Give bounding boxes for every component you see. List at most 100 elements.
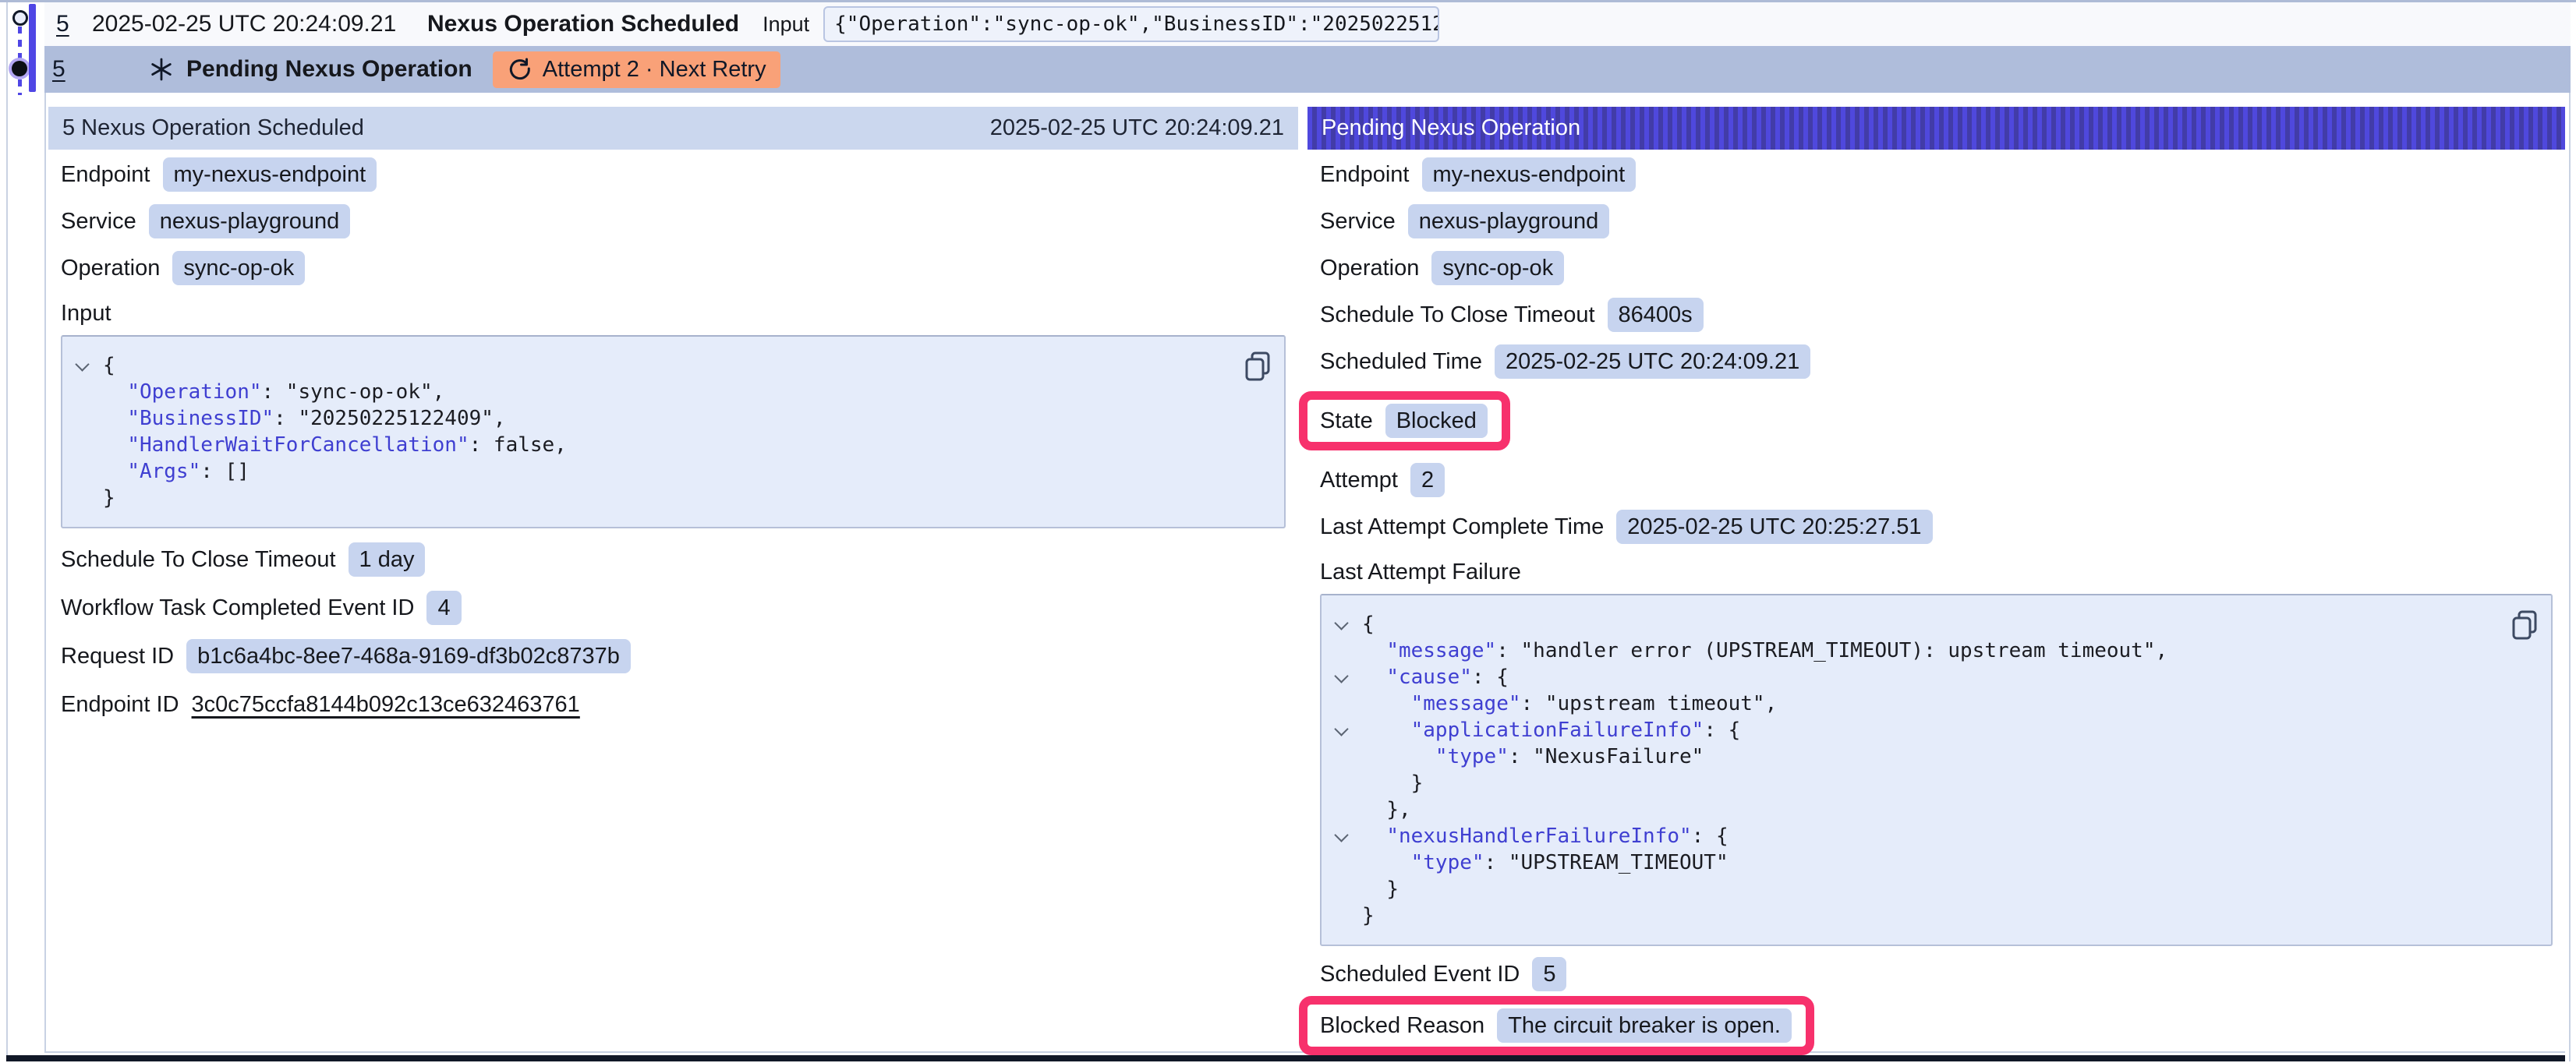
event-title: Pending Nexus Operation: [186, 56, 472, 83]
field-value-chip: 5: [1532, 957, 1566, 991]
field-label: Workflow Task Completed Event ID: [61, 595, 414, 621]
field-label: State: [1320, 408, 1373, 434]
collapse-chevron-icon[interactable]: [1334, 669, 1348, 683]
detail-field-row-service: Servicenexus-playground: [1320, 204, 2553, 238]
event-detail-header-title: 5 Nexus Operation Scheduled: [62, 115, 364, 141]
code-gutter: [1332, 770, 1362, 796]
detail-field-row-scheduled-event-id: Scheduled Event ID5: [1320, 957, 2553, 991]
expanded-row-bottom-bar: [6, 1055, 2565, 1061]
code-text: {: [1362, 611, 1375, 637]
event-id-link[interactable]: 5: [52, 56, 88, 83]
code-gutter: [1332, 743, 1362, 770]
detail-field-row-request-id: Request IDb1c6a4bc-8ee7-468a-9169-df3b02…: [61, 639, 1286, 673]
code-text: "Args": []: [103, 458, 249, 485]
code-gutter: [1332, 876, 1362, 902]
code-gutter: [73, 379, 103, 405]
field-label: Operation: [1320, 256, 1419, 281]
collapse-chevron-icon[interactable]: [75, 357, 89, 371]
field-label: Blocked Reason: [1320, 1013, 1484, 1039]
code-text: "message": "handler error (UPSTREAM_TIME…: [1362, 637, 2167, 664]
pending-asterisk-icon: [149, 57, 174, 82]
field-label: Endpoint ID: [61, 692, 179, 718]
field-label: Schedule To Close Timeout: [61, 547, 336, 573]
code-gutter: [1332, 717, 1362, 743]
detail-field-row-attempt: Attempt2: [1320, 463, 2553, 497]
pending-operation-header-title: Pending Nexus Operation: [1322, 115, 1580, 141]
detail-field-row-state: StateBlocked: [1320, 404, 1488, 438]
code-line: {: [73, 352, 1237, 379]
detail-left-border: [44, 93, 46, 1053]
timeline-current-node-icon: [12, 61, 27, 76]
last-attempt-failure-label: Last Attempt Failure: [1320, 560, 2553, 586]
detail-field-row-scheduled-time: Scheduled Time2025-02-25 UTC 20:24:09.21: [1320, 344, 2553, 379]
code-line: "BusinessID": "20250225122409",: [73, 405, 1237, 432]
code-line: "type": "NexusFailure": [1332, 743, 2504, 770]
collapse-chevron-icon[interactable]: [1334, 828, 1348, 842]
retry-icon: [507, 57, 532, 82]
field-value-chip: 2025-02-25 UTC 20:25:27.51: [1616, 510, 1932, 544]
code-line: "nexusHandlerFailureInfo": {: [1332, 823, 2504, 849]
detail-field-row-service: Service nexus-playground: [61, 204, 1286, 238]
highlight-annotation-blocked-reason: Blocked ReasonThe circuit breaker is ope…: [1299, 996, 1814, 1055]
retry-badge-label: Attempt 2 · Next Retry: [543, 57, 766, 83]
code-text: "cause": {: [1362, 664, 1509, 690]
table-right-border: [2569, 2, 2571, 1061]
detail-field-row-schedule-to-close-timeout: Schedule To Close Timeout 1 day: [61, 542, 1286, 577]
field-value-chip: my-nexus-endpoint: [1422, 157, 1637, 192]
event-timestamp: 2025-02-25 UTC 20:24:09.21: [92, 11, 427, 37]
detail-field-row-workflow-task-completed-event-id: Workflow Task Completed Event ID 4: [61, 591, 1286, 625]
field-label: Service: [1320, 209, 1396, 235]
code-text: },: [1362, 796, 1411, 823]
code-text: "type": "NexusFailure": [1362, 743, 1704, 770]
detail-field-row-endpoint: Endpointmy-nexus-endpoint: [1320, 157, 2553, 192]
collapse-chevron-icon[interactable]: [1334, 616, 1348, 630]
event-detail-header-timestamp: 2025-02-25 UTC 20:24:09.21: [990, 115, 1284, 141]
highlight-annotation-state: StateBlocked: [1299, 391, 1510, 450]
event-row-pending-nexus-operation[interactable]: 5 Pending Nexus Operation Attempt 2 · Ne…: [44, 46, 2571, 93]
field-value-chip: 4: [426, 591, 461, 625]
detail-field-row-operation: Operationsync-op-ok: [61, 251, 1286, 285]
event-id-link[interactable]: 5: [56, 11, 92, 37]
code-text: {: [103, 352, 115, 379]
code-text: "type": "UPSTREAM_TIMEOUT": [1362, 849, 1729, 876]
code-line: }: [1332, 902, 2504, 929]
field-value-chip: sync-op-ok: [172, 251, 305, 285]
input-preview-label: Input: [763, 12, 809, 37]
field-value-chip: b1c6a4bc-8ee7-468a-9169-df3b02c8737b: [186, 639, 631, 673]
detail-field-row-endpoint-id: Endpoint ID 3c0c75ccfa8144b092c13ce632463…: [61, 687, 1286, 722]
field-value-chip: my-nexus-endpoint: [163, 157, 377, 192]
code-text: "applicationFailureInfo": {: [1362, 717, 1740, 743]
code-line: }: [1332, 770, 2504, 796]
code-text: "nexusHandlerFailureInfo": {: [1362, 823, 1729, 849]
timeline-open-node-icon: [12, 10, 28, 26]
event-row-nexus-operation-scheduled[interactable]: 5 2025-02-25 UTC 20:24:09.21 Nexus Opera…: [44, 2, 2571, 46]
code-line: },: [1332, 796, 2504, 823]
copy-icon[interactable]: [2511, 609, 2539, 641]
field-label: Scheduled Time: [1320, 349, 1482, 375]
retry-badge: Attempt 2 · Next Retry: [493, 51, 780, 88]
detail-field-row-endpoint: Endpointmy-nexus-endpoint: [61, 157, 1286, 192]
code-gutter: [1332, 611, 1362, 637]
detail-field-row-last-attempt-complete-time: Last Attempt Complete Time2025-02-25 UTC…: [1320, 510, 2553, 544]
field-label: Schedule To Close Timeout: [1320, 302, 1595, 328]
field-value-chip: 2: [1410, 463, 1445, 497]
code-gutter: [73, 458, 103, 485]
code-text: "HandlerWaitForCancellation": false,: [103, 432, 567, 458]
code-text: }: [103, 485, 115, 511]
code-gutter: [1332, 849, 1362, 876]
code-line: "HandlerWaitForCancellation": false,: [73, 432, 1237, 458]
code-gutter: [1332, 690, 1362, 717]
code-text: "Operation": "sync-op-ok",: [103, 379, 444, 405]
field-value-chip: 1 day: [349, 542, 426, 577]
code-line: "Operation": "sync-op-ok",: [73, 379, 1237, 405]
event-detail-header: 5 Nexus Operation Scheduled 2025-02-25 U…: [48, 107, 1298, 150]
code-line: }: [1332, 876, 2504, 902]
table-left-border: [6, 2, 8, 1061]
collapse-chevron-icon[interactable]: [1334, 722, 1348, 736]
field-label: Service: [61, 209, 136, 235]
endpoint-id-link[interactable]: 3c0c75ccfa8144b092c13ce632463761: [192, 692, 580, 718]
code-line: "message": "handler error (UPSTREAM_TIME…: [1332, 637, 2504, 664]
input-preview-chip: {"Operation":"sync-op-ok","BusinessID":"…: [823, 6, 1439, 42]
copy-icon[interactable]: [1244, 351, 1272, 382]
field-value-chip: nexus-playground: [149, 204, 351, 238]
